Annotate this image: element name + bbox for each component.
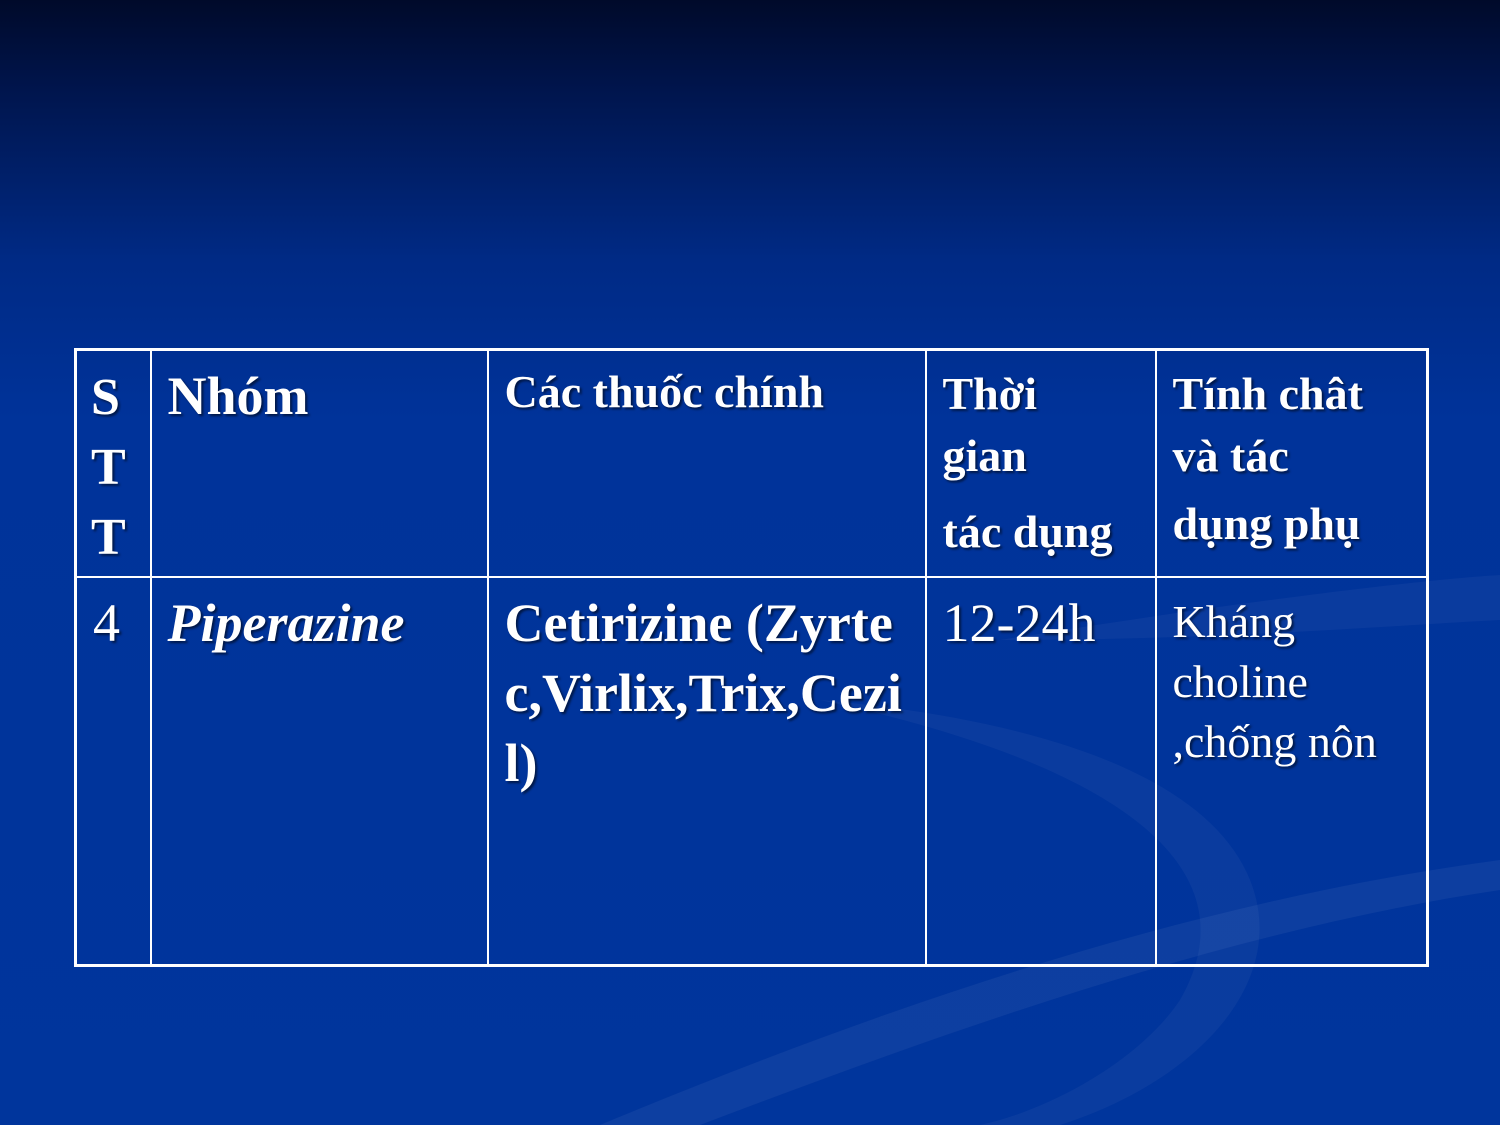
drug-table: S T T Nhóm Các thuốc chính Thời gian tác… bbox=[74, 348, 1429, 967]
header-thoi-gian: Thời gian tác dụng bbox=[924, 348, 1157, 578]
cell-thoi-gian: 12-24h bbox=[924, 576, 1157, 967]
header-nhom: Nhóm bbox=[149, 348, 489, 578]
header-stt: S T T bbox=[74, 348, 152, 578]
header-tinh-chat: Tính chât và tác dụng phụ bbox=[1154, 348, 1429, 578]
cell-cac-thuoc: Cetirizine (Zyrtec,Virlix,Trix,Cezil) bbox=[486, 576, 927, 967]
cell-tinh-chat: Kháng choline ,chống nôn bbox=[1154, 576, 1429, 967]
table-header-row: S T T Nhóm Các thuốc chính Thời gian tác… bbox=[74, 348, 1429, 578]
table-row: 4 Piperazine Cetirizine (Zyrtec,Virlix,T… bbox=[74, 576, 1429, 967]
header-cac-thuoc: Các thuốc chính bbox=[486, 348, 927, 578]
cell-stt: 4 bbox=[74, 576, 152, 967]
cell-nhom: Piperazine bbox=[149, 576, 489, 967]
